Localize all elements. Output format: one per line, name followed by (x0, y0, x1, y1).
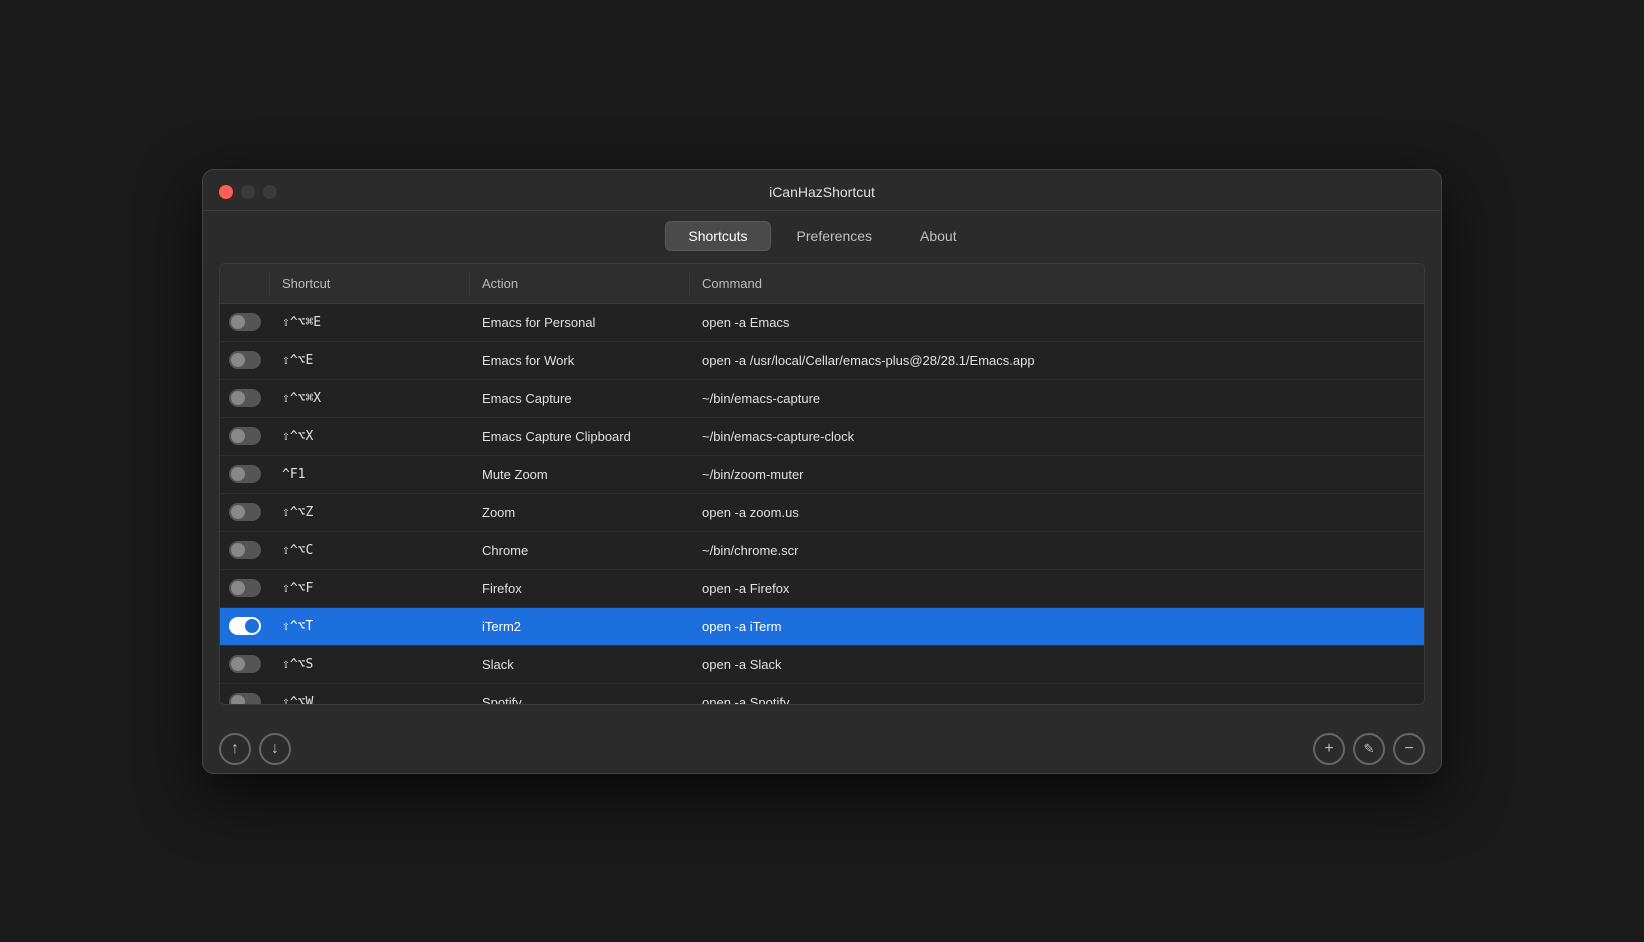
tab-preferences[interactable]: Preferences (775, 221, 894, 251)
shortcut-cell: ⇧^⌥W (270, 689, 470, 704)
shortcut-cell: ⇧^⌥⌘X (270, 385, 470, 412)
shortcut-cell: ⇧^⌥X (270, 423, 470, 450)
table-row[interactable]: ⇧^⌥ZZoomopen -a zoom.us (220, 494, 1424, 532)
table-row[interactable]: ⇧^⌥SSlackopen -a Slack (220, 646, 1424, 684)
table-row[interactable]: ⇧^⌥⌘XEmacs Capture~/bin/emacs-capture (220, 380, 1424, 418)
toggle-switch[interactable] (229, 693, 261, 704)
toggle-switch[interactable] (229, 655, 261, 673)
minimize-button[interactable] (241, 185, 255, 199)
table-header: Shortcut Action Command (220, 264, 1424, 304)
toggle-cell (220, 689, 270, 704)
shortcut-cell: ⇧^⌥T (270, 613, 470, 640)
toggle-switch[interactable] (229, 313, 261, 331)
shortcut-cell: ⇧^⌥S (270, 651, 470, 678)
content-area: Shortcut Action Command ⇧^⌥⌘EEmacs for P… (203, 263, 1441, 721)
toggle-cell (220, 537, 270, 563)
action-cell: Firefox (470, 575, 690, 602)
close-button[interactable] (219, 185, 233, 199)
toggle-cell (220, 651, 270, 677)
table-row[interactable]: ⇧^⌥TiTerm2open -a iTerm (220, 608, 1424, 646)
shortcut-cell: ⇧^⌥F (270, 575, 470, 602)
action-cell: Emacs Capture (470, 385, 690, 412)
move-down-icon: ↓ (271, 740, 279, 758)
action-cell: Chrome (470, 537, 690, 564)
table-row[interactable]: ⇧^⌥XEmacs Capture Clipboard~/bin/emacs-c… (220, 418, 1424, 456)
col-header-shortcut: Shortcut (270, 272, 470, 295)
toggle-switch[interactable] (229, 541, 261, 559)
add-button[interactable]: + (1313, 733, 1345, 765)
table-row[interactable]: ⇧^⌥EEmacs for Workopen -a /usr/local/Cel… (220, 342, 1424, 380)
table-row[interactable]: ⇧^⌥WSpotifyopen -a Spotify (220, 684, 1424, 704)
remove-icon: − (1404, 740, 1413, 758)
table-row[interactable]: ⇧^⌥⌘EEmacs for Personalopen -a Emacs (220, 304, 1424, 342)
toggle-cell (220, 575, 270, 601)
command-cell: open -a Emacs (690, 309, 1424, 336)
action-cell: Slack (470, 651, 690, 678)
shortcut-cell: ⇧^⌥⌘E (270, 309, 470, 336)
tab-bar: Shortcuts Preferences About (203, 211, 1441, 263)
command-cell: open -a iTerm (690, 613, 1424, 640)
toggle-switch[interactable] (229, 617, 261, 635)
main-window: iCanHazShortcut Shortcuts Preferences Ab… (202, 169, 1442, 774)
title-bar: iCanHazShortcut (203, 170, 1441, 211)
shortcut-cell: ⇧^⌥Z (270, 499, 470, 526)
command-cell: ~/bin/zoom-muter (690, 461, 1424, 488)
command-cell: ~/bin/chrome.scr (690, 537, 1424, 564)
toggle-switch[interactable] (229, 503, 261, 521)
table-body: ⇧^⌥⌘EEmacs for Personalopen -a Emacs⇧^⌥E… (220, 304, 1424, 704)
shortcut-cell: ⇧^⌥C (270, 537, 470, 564)
toggle-switch[interactable] (229, 579, 261, 597)
move-up-icon: ↑ (231, 740, 239, 758)
col-header-toggle (220, 272, 270, 295)
toggle-cell (220, 499, 270, 525)
command-cell: ~/bin/emacs-capture (690, 385, 1424, 412)
toggle-switch[interactable] (229, 427, 261, 445)
tab-about[interactable]: About (898, 221, 979, 251)
action-cell: Spotify (470, 689, 690, 704)
toggle-cell (220, 347, 270, 373)
shortcut-cell: ^F1 (270, 461, 470, 488)
move-down-button[interactable]: ↓ (259, 733, 291, 765)
toggle-cell (220, 423, 270, 449)
maximize-button[interactable] (263, 185, 277, 199)
shortcut-cell: ⇧^⌥E (270, 347, 470, 374)
toggle-cell (220, 385, 270, 411)
col-header-action: Action (470, 272, 690, 295)
toggle-switch[interactable] (229, 465, 261, 483)
command-cell: open -a Spotify (690, 689, 1424, 704)
move-up-button[interactable]: ↑ (219, 733, 251, 765)
remove-button[interactable]: − (1393, 733, 1425, 765)
action-cell: Zoom (470, 499, 690, 526)
command-cell: ~/bin/emacs-capture-clock (690, 423, 1424, 450)
toggle-cell (220, 309, 270, 335)
edit-icon: ✎ (1364, 741, 1375, 757)
table-row[interactable]: ⇧^⌥CChrome~/bin/chrome.scr (220, 532, 1424, 570)
tab-shortcuts[interactable]: Shortcuts (665, 221, 770, 251)
action-cell: Emacs Capture Clipboard (470, 423, 690, 450)
action-cell: Emacs for Work (470, 347, 690, 374)
table-row[interactable]: ⇧^⌥FFirefoxopen -a Firefox (220, 570, 1424, 608)
bottom-right-buttons: + ✎ − (1313, 733, 1425, 765)
action-cell: Mute Zoom (470, 461, 690, 488)
table-row[interactable]: ^F1Mute Zoom~/bin/zoom-muter (220, 456, 1424, 494)
traffic-lights (219, 185, 277, 199)
bottom-left-buttons: ↑ ↓ (219, 733, 291, 765)
command-cell: open -a Slack (690, 651, 1424, 678)
command-cell: open -a Firefox (690, 575, 1424, 602)
add-icon: + (1324, 740, 1333, 758)
toggle-switch[interactable] (229, 389, 261, 407)
toggle-switch[interactable] (229, 351, 261, 369)
edit-button[interactable]: ✎ (1353, 733, 1385, 765)
toggle-cell (220, 461, 270, 487)
action-cell: Emacs for Personal (470, 309, 690, 336)
shortcuts-table: Shortcut Action Command ⇧^⌥⌘EEmacs for P… (219, 263, 1425, 705)
command-cell: open -a zoom.us (690, 499, 1424, 526)
window-title: iCanHazShortcut (769, 184, 875, 200)
col-header-command: Command (690, 272, 1424, 295)
action-cell: iTerm2 (470, 613, 690, 640)
bottom-bar: ↑ ↓ + ✎ − (203, 721, 1441, 773)
command-cell: open -a /usr/local/Cellar/emacs-plus@28/… (690, 347, 1424, 374)
toggle-cell (220, 613, 270, 639)
